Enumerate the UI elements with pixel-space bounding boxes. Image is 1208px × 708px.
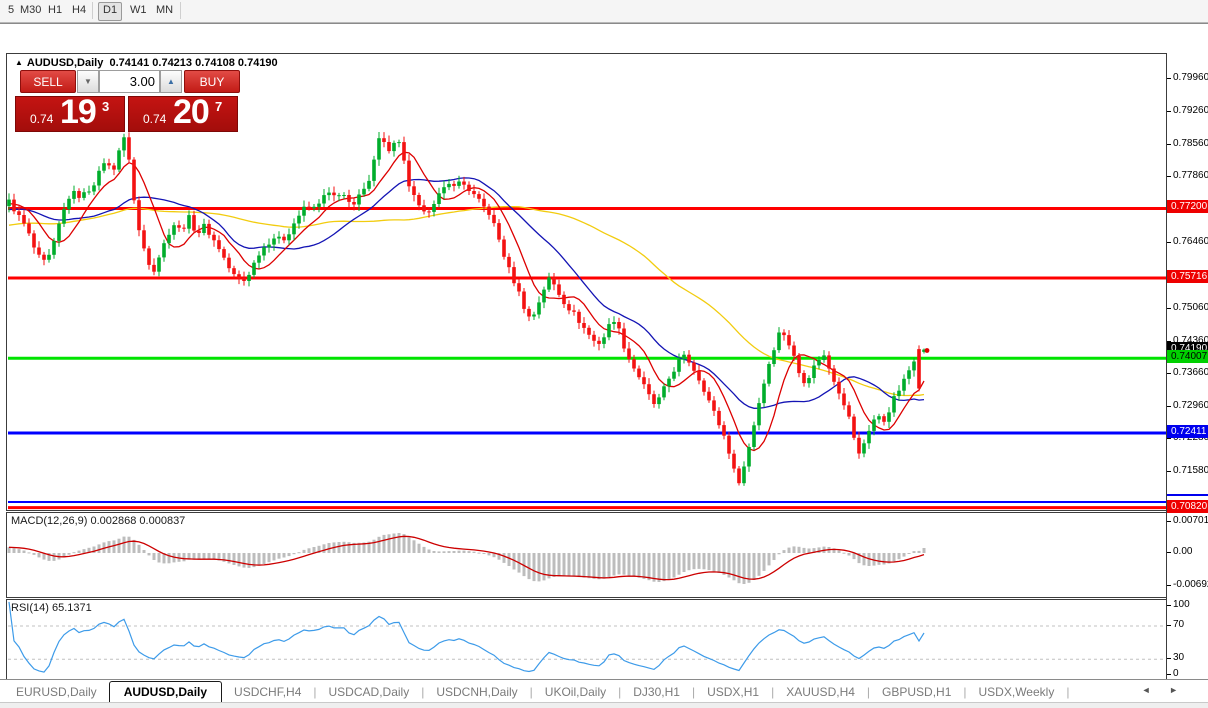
current-price-dot — [925, 348, 930, 353]
price-axis-tick — [1167, 471, 1171, 472]
chart-symbol: AUDUSD,Daily — [27, 57, 103, 69]
tab-xauusd-h4[interactable]: XAUUSD,H4 — [774, 682, 867, 701]
price-axis-label: 0.72960 — [1173, 400, 1208, 411]
volume-decrease-button[interactable]: ▼ — [77, 70, 99, 93]
chart-window: ▲ AUDUSD,Daily 0.74141 0.74213 0.74108 0.… — [0, 23, 1208, 708]
volume-increase-button[interactable]: ▲ — [160, 70, 182, 93]
sell-button[interactable]: SELL — [20, 70, 76, 93]
tab-usdchf-h4[interactable]: USDCHF,H4 — [222, 682, 313, 701]
buy-price-base: 0.74 — [143, 112, 166, 126]
price-axis-label: 0.79960 — [1173, 72, 1208, 83]
rsi-axis-tick — [1167, 625, 1171, 626]
price-axis-tick — [1167, 176, 1171, 177]
tab-usdx-weekly[interactable]: USDX,Weekly — [967, 682, 1067, 701]
tab-separator: | — [1066, 685, 1069, 699]
tab-bar-footer — [0, 702, 1208, 708]
tab-strip: EURUSD,DailyAUDUSD,DailyUSDCHF,H4 | USDCAD… — [4, 681, 1069, 702]
price-axis-label: 0.71580 — [1173, 465, 1208, 476]
price-axis-tick — [1167, 144, 1171, 145]
rsi-canvas — [7, 600, 1166, 684]
sell-price-base: 0.74 — [30, 112, 53, 126]
price-axis-label: 0.75060 — [1173, 302, 1208, 313]
price-level-label: 0.70820 — [1167, 500, 1208, 513]
rsi-line — [9, 602, 924, 672]
timeframe-button-w1[interactable]: W1 — [126, 2, 151, 19]
toolbar-separator — [180, 2, 181, 19]
tab-usdcad-daily[interactable]: USDCAD,Daily — [317, 682, 422, 701]
chart-title: ▲ AUDUSD,Daily 0.74141 0.74213 0.74108 0.… — [15, 57, 278, 69]
tab-dj30-h1[interactable]: DJ30,H1 — [621, 682, 692, 701]
volume-input[interactable] — [99, 70, 160, 93]
sell-price-pips: 19 — [60, 96, 96, 132]
moving-averages-layer — [9, 152, 924, 450]
price-level-label: 0.74007 — [1167, 350, 1208, 363]
rsi-pane[interactable]: RSI(14) 65.1371 — [6, 599, 1167, 685]
buy-price-tile[interactable]: 0.74 20 7 — [128, 96, 238, 132]
rsi-axis-tick — [1167, 605, 1171, 606]
price-axis-tick — [1167, 308, 1171, 309]
rsi-axis-label: 30 — [1173, 652, 1184, 663]
buy-price-point: 7 — [215, 99, 222, 114]
buy-button[interactable]: BUY — [184, 70, 240, 93]
level-lines-layer — [8, 208, 1166, 507]
collapse-arrow-icon[interactable]: ▲ — [15, 58, 23, 67]
macd-axis-tick — [1167, 585, 1171, 586]
macd-axis-label: -0.006923 — [1173, 579, 1208, 590]
macd-label: MACD(12,26,9) 0.002868 0.000837 — [11, 515, 185, 527]
timeframe-button-h1[interactable]: H1 — [44, 2, 66, 19]
macd-pane[interactable]: MACD(12,26,9) 0.002868 0.000837 — [6, 512, 1167, 598]
macd-axis-label: 0.007015 — [1173, 515, 1208, 526]
sell-price-point: 3 — [102, 99, 109, 114]
price-axis-tick — [1167, 373, 1171, 374]
price-level-label: 0.75716 — [1167, 270, 1208, 283]
tab-ukoil-daily[interactable]: UKOil,Daily — [533, 682, 618, 701]
price-axis-tick — [1167, 78, 1171, 79]
buy-price-pips: 20 — [173, 96, 209, 132]
price-level-label — [1167, 494, 1208, 496]
price-axis-tick — [1167, 406, 1171, 407]
price-axis-tick — [1167, 242, 1171, 243]
macd-signal-line — [9, 536, 924, 579]
price-axis-tick — [1167, 111, 1171, 112]
rsi-axis-label: 100 — [1173, 599, 1190, 610]
price-axis-tick — [1167, 438, 1171, 439]
timeframe-button-h4[interactable]: H4 — [68, 2, 90, 19]
chart-ohlc-values: 0.74141 0.74213 0.74108 0.74190 — [109, 57, 277, 69]
rsi-axis-label: 70 — [1173, 619, 1184, 630]
macd-axis-tick — [1167, 521, 1171, 522]
price-axis-label: 0.79260 — [1173, 105, 1208, 116]
price-axis-label: 0.73660 — [1173, 367, 1208, 378]
timeframe-button-d1[interactable]: D1 — [98, 2, 122, 21]
macd-axis-tick — [1167, 552, 1171, 553]
chart-tab-bar: EURUSD,DailyAUDUSD,DailyUSDCHF,H4 | USDCAD… — [0, 679, 1208, 708]
timeframe-toolbar: 5M30H1H4D1W1MN — [0, 0, 1208, 23]
tab-gbpusd-h1[interactable]: GBPUSD,H1 — [870, 682, 963, 701]
price-level-label: 0.72411 — [1167, 425, 1208, 438]
macd-histogram — [8, 533, 926, 584]
timeframe-button-m30[interactable]: M30 — [16, 2, 45, 19]
rsi-axis-tick — [1167, 674, 1171, 675]
rsi-axis-label: 0 — [1173, 668, 1179, 679]
macd-axis-label: 0.00 — [1173, 546, 1192, 557]
timeframe-button-mn[interactable]: MN — [152, 2, 177, 19]
rsi-label: RSI(14) 65.1371 — [11, 602, 92, 614]
sell-price-tile[interactable]: 0.74 19 3 — [15, 96, 125, 132]
price-pane[interactable]: ▲ AUDUSD,Daily 0.74141 0.74213 0.74108 0.… — [6, 53, 1167, 511]
tab-eurusd-daily[interactable]: EURUSD,Daily — [4, 682, 109, 701]
price-axis[interactable]: 0.79960 0.79260 0.78560 0.77860 0.76460 0.750… — [1166, 53, 1208, 703]
price-axis-label: 0.78560 — [1173, 138, 1208, 149]
rsi-axis-tick — [1167, 658, 1171, 659]
tab-audusd-daily[interactable]: AUDUSD,Daily — [109, 681, 222, 702]
toolbar-separator — [92, 2, 93, 19]
price-axis-label: 0.77860 — [1173, 170, 1208, 181]
tab-usdx-h1[interactable]: USDX,H1 — [695, 682, 771, 701]
price-axis-label: 0.76460 — [1173, 236, 1208, 247]
price-level-label: 0.77200 — [1167, 200, 1208, 213]
mt4-window: 5M30H1H4D1W1MN ▲AUDUSD,Daily 0.74141 0.7… — [0, 0, 1208, 708]
tab-scroll-arrows[interactable]: ◄ ► — [1142, 685, 1186, 695]
tab-usdcnh-daily[interactable]: USDCNH,Daily — [424, 682, 529, 701]
